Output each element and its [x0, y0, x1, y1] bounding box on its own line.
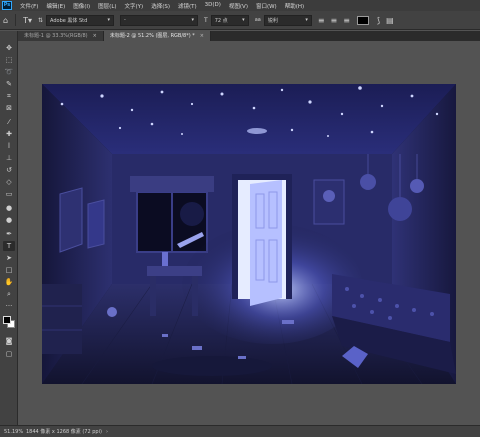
- tab-document-2[interactable]: 未标题-2 @ 51.2% (图层, RGB/8*) * ×: [103, 31, 211, 41]
- menu-item-7[interactable]: 3D(D): [201, 2, 225, 10]
- blur-tool-icon[interactable]: ●: [3, 203, 15, 213]
- brush-tool-icon[interactable]: ⅼ: [3, 141, 15, 151]
- path-select-tool-icon[interactable]: ➤: [3, 253, 15, 263]
- more-tools-icon[interactable]: ···: [3, 301, 15, 311]
- font-style-select[interactable]: - ▾: [120, 14, 199, 26]
- pen-tool-icon[interactable]: ✒: [3, 229, 15, 239]
- menu-item-8[interactable]: 视图(V): [225, 2, 252, 10]
- font-family-value: Adobe 黑体 Std: [50, 17, 88, 24]
- align-left-icon[interactable]: ≡: [318, 16, 325, 25]
- home-icon[interactable]: ⌂: [3, 16, 8, 25]
- menu-item-9[interactable]: 窗口(W): [252, 2, 281, 10]
- menu-item-2[interactable]: 图像(I): [69, 2, 94, 10]
- rectangle-tool-icon[interactable]: □: [3, 265, 15, 275]
- character-panel-icon[interactable]: ▤: [386, 16, 394, 25]
- antialias-value: 锐利: [267, 17, 278, 24]
- dodge-tool-icon[interactable]: ●: [3, 215, 15, 225]
- options-bar: ⌂ T▾ ⇅ Adobe 黑体 Std ▾ - ▾ T 72 点 ▾ aa 锐利 ▾ ≡…: [0, 11, 480, 30]
- hand-tool-icon[interactable]: ✋: [3, 277, 15, 287]
- menu-item-6[interactable]: 滤镜(T): [174, 2, 201, 10]
- quick-mask-icon[interactable]: ◙: [3, 336, 15, 346]
- menu-item-4[interactable]: 文字(Y): [121, 2, 148, 10]
- marquee-tool-icon[interactable]: ⬚: [3, 55, 15, 65]
- close-icon[interactable]: ×: [93, 31, 97, 41]
- type-tool-icon[interactable]: T: [3, 241, 15, 251]
- document-info: 1844 像素 x 1268 像素 (72 ppi): [26, 429, 102, 435]
- text-color-swatch[interactable]: [356, 15, 369, 25]
- tab-label: 未标题-1 @ 33.3%(RGB/8): [24, 33, 88, 39]
- close-icon[interactable]: ×: [200, 31, 204, 41]
- tools-panel: ✥ ⬚ ➰ ✎ ⌗ ⊠ ⁄ ✚ ⅼ ⊥ ↺ ◇ ▭ ● ● ✒ T ➤ □ ✋ …: [0, 31, 18, 425]
- clone-stamp-tool-icon[interactable]: ⊥: [3, 153, 15, 163]
- menu-item-3[interactable]: 图层(L): [94, 2, 120, 10]
- zoom-level[interactable]: 51.19%: [0, 429, 26, 435]
- frame-tool-icon[interactable]: ⊠: [3, 103, 15, 113]
- font-size-icon: T: [204, 16, 208, 24]
- screen-mode-icon[interactable]: ▢: [3, 349, 15, 359]
- healing-brush-tool-icon[interactable]: ✚: [3, 129, 15, 139]
- eraser-tool-icon[interactable]: ◇: [3, 177, 15, 187]
- chevron-down-icon: ▾: [242, 17, 245, 23]
- quick-select-tool-icon[interactable]: ✎: [3, 79, 15, 89]
- align-right-icon[interactable]: ≡: [343, 16, 350, 25]
- zoom-tool-icon[interactable]: ⌕: [3, 289, 15, 299]
- bedroom-night-image: [42, 84, 456, 384]
- tab-document-1[interactable]: 未标题-1 @ 33.3%(RGB/8) ×: [18, 31, 104, 41]
- document-canvas[interactable]: [42, 84, 456, 384]
- font-size-select[interactable]: 72 点 ▾: [210, 14, 249, 26]
- chevron-right-icon[interactable]: ›: [106, 429, 108, 435]
- menu-bar: Ps 文件(F) 编辑(E) 图像(I) 图层(L) 文字(Y) 选择(S) 滤镜(T) 3D…: [0, 0, 480, 11]
- status-bar: 51.19% 1844 像素 x 1268 像素 (72 ppi) ›: [0, 425, 480, 437]
- canvas-area[interactable]: [18, 41, 480, 425]
- menu-item-5[interactable]: 选择(S): [147, 2, 174, 10]
- font-family-select[interactable]: Adobe 黑体 Std ▾: [46, 14, 115, 26]
- menu-item-10[interactable]: 帮助(H): [281, 2, 308, 10]
- warp-text-icon[interactable]: ⟆: [377, 16, 380, 25]
- align-center-icon[interactable]: ≡: [331, 16, 338, 25]
- type-tool-preset-icon[interactable]: T▾: [23, 16, 32, 25]
- photoshop-logo-icon: Ps: [2, 1, 12, 10]
- foreground-color-swatch[interactable]: [3, 316, 11, 324]
- text-orientation-icon[interactable]: ⇅: [38, 17, 43, 24]
- menu-items: 文件(F) 编辑(E) 图像(I) 图层(L) 文字(Y) 选择(S) 滤镜(T) 3D(D)…: [16, 2, 308, 10]
- lasso-tool-icon[interactable]: ➰: [3, 67, 15, 77]
- history-brush-tool-icon[interactable]: ↺: [3, 165, 15, 175]
- eyedropper-tool-icon[interactable]: ⁄: [3, 117, 15, 127]
- menu-item-1[interactable]: 编辑(E): [42, 2, 69, 10]
- chevron-down-icon: ▾: [107, 17, 111, 23]
- chevron-down-icon: ▾: [191, 17, 195, 23]
- chevron-down-icon: ▾: [305, 17, 308, 23]
- menu-item-0[interactable]: 文件(F): [16, 2, 42, 10]
- font-style-value: -: [124, 17, 126, 23]
- crop-tool-icon[interactable]: ⌗: [3, 91, 15, 101]
- gradient-tool-icon[interactable]: ▭: [3, 189, 15, 199]
- document-tabs: 未标题-1 @ 33.3%(RGB/8) × 未标题-2 @ 51.2% (图层,…: [18, 31, 480, 41]
- tab-label: 未标题-2 @ 51.2% (图层, RGB/8*) *: [109, 33, 195, 39]
- color-swatches[interactable]: [3, 316, 16, 329]
- antialias-select[interactable]: 锐利 ▾: [263, 14, 312, 26]
- move-tool-icon[interactable]: ✥: [3, 43, 15, 53]
- antialias-icon: aa: [254, 17, 261, 23]
- font-size-value: 72 点: [214, 17, 228, 24]
